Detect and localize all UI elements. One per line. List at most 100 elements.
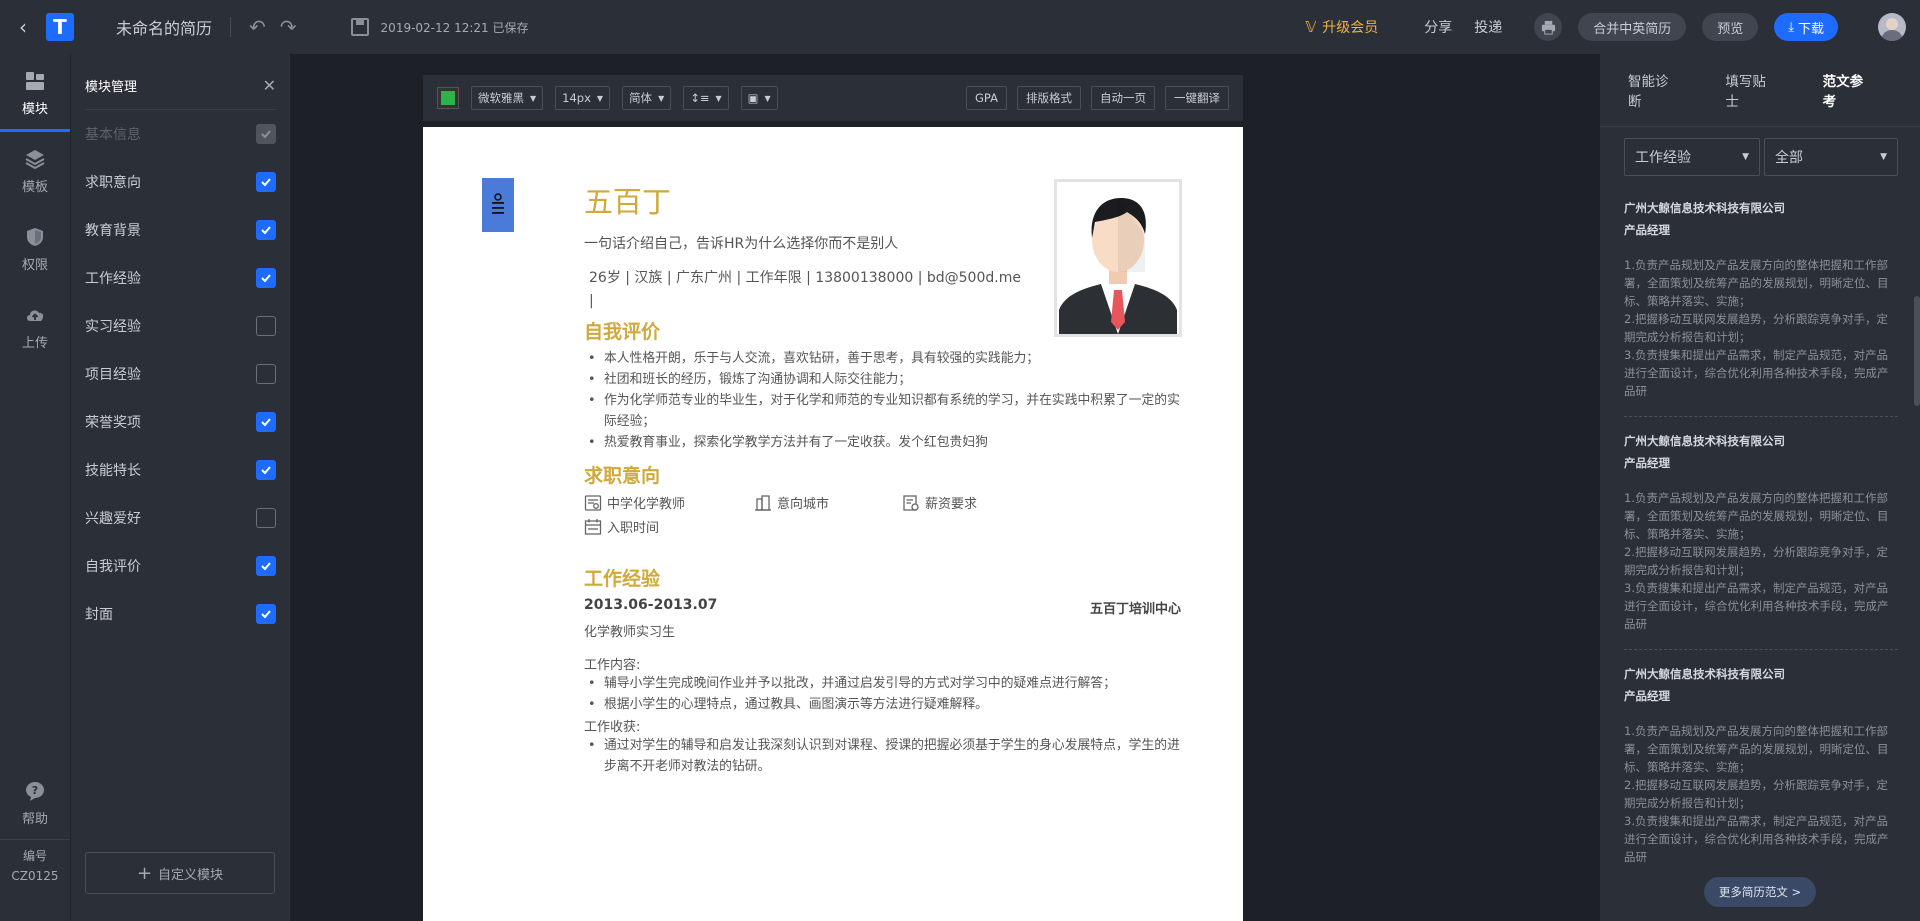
module-row[interactable]: 工作经验 xyxy=(85,254,276,302)
margin-icon: ▣ xyxy=(747,91,759,105)
auto-one-page-button[interactable]: 自动一页 xyxy=(1091,86,1155,110)
module-panel: 模块管理 ✕ 基本信息 求职意向 教育背景 工作经验 实习经验 项目经验 荣誉奖项 技能特长兴… xyxy=(70,54,290,921)
scrollbar[interactable] xyxy=(1914,296,1920,406)
resume-tagline[interactable]: 一句话介绍自己，告诉HR为什么选择你而不是别人 xyxy=(584,233,898,253)
module-checkbox[interactable] xyxy=(256,556,276,576)
rail-item-modules[interactable]: 模块 xyxy=(0,54,70,132)
module-panel-header: 模块管理 ✕ xyxy=(85,54,276,110)
list-item: 本人性格开朗，乐于与人交流，喜欢钻研，善于思考，具有较强的实践能力； xyxy=(584,348,1184,369)
sample-card[interactable]: 广州大鲸信息技术科技有限公司 产品经理 1.负责产品规划及产品发展方向的整体把握和工… xyxy=(1624,433,1898,650)
rail-item-templates[interactable]: 模板 xyxy=(0,132,70,210)
work-date[interactable]: 2013.06-2013.07 xyxy=(584,597,717,613)
sample-company: 广州大鲸信息技术科技有限公司 xyxy=(1624,434,1785,448)
line-spacing-select[interactable]: ↕≡ ▼ xyxy=(683,86,729,110)
preview-button[interactable]: 预览 xyxy=(1702,13,1759,41)
print-button[interactable] xyxy=(1534,13,1563,41)
module-checkbox[interactable] xyxy=(256,364,276,384)
work-company[interactable]: 五百丁培训中心 xyxy=(1090,598,1181,617)
check-icon xyxy=(261,610,271,619)
close-icon[interactable]: ✕ xyxy=(263,76,276,95)
module-checkbox[interactable] xyxy=(256,460,276,480)
upgrade-vip-label: 升级会员 xyxy=(1322,20,1379,36)
back-icon[interactable]: ‹ xyxy=(0,0,46,54)
deliver-button[interactable]: 投递 xyxy=(1474,17,1502,37)
module-row[interactable]: 荣誉奖项 xyxy=(85,398,276,446)
work-content-label: 工作内容: xyxy=(584,658,641,673)
check-icon xyxy=(261,418,271,427)
profile-photo[interactable] xyxy=(1054,179,1182,337)
work-exp-title[interactable]: 工作经验 xyxy=(584,564,660,591)
self-eval-title[interactable]: 自我评价 xyxy=(584,317,660,344)
script-select[interactable]: 简体 ▼ xyxy=(622,86,672,110)
module-row[interactable]: 教育背景 xyxy=(85,206,276,254)
font-size-value: 14px xyxy=(562,91,591,105)
check-icon xyxy=(261,130,271,139)
layout-format-button[interactable]: 排版格式 xyxy=(1017,86,1081,110)
work-content-list[interactable]: 辅导小学生完成晚间作业并予以批改，并通过启发引导的方式对学习中的疑难点进行解答；… xyxy=(584,673,1184,715)
font-family-select[interactable]: 微软雅黑 ▼ xyxy=(471,86,544,110)
rail-item-help[interactable]: ? 帮助 xyxy=(0,764,70,842)
save-icon[interactable] xyxy=(350,18,369,36)
work-role[interactable]: 化学教师实习生 xyxy=(584,621,675,640)
category-select[interactable]: 工作经验 ▼ xyxy=(1624,138,1760,176)
scope-select[interactable]: 全部 ▼ xyxy=(1764,138,1898,176)
module-row[interactable]: 自我评价 xyxy=(85,542,276,590)
module-panel-title: 模块管理 xyxy=(85,80,138,95)
intent-city: 意向城市 xyxy=(754,493,829,512)
module-checkbox[interactable] xyxy=(256,268,276,288)
module-row[interactable]: 兴趣爱好 xyxy=(85,494,276,542)
module-checkbox[interactable] xyxy=(256,508,276,528)
rail-label: 上传 xyxy=(21,335,48,351)
theme-color-picker[interactable] xyxy=(437,87,459,109)
module-row[interactable]: 封面 xyxy=(85,590,276,638)
margin-select[interactable]: ▣ ▼ xyxy=(740,86,778,110)
gpa-button[interactable]: GPA xyxy=(966,86,1007,110)
right-panel: 智能诊断 填写贴士 范文参考 工作经验 ▼ 全部 ▼ 广州大鲸信息技术科技有限公… xyxy=(1600,54,1920,921)
module-checkbox[interactable] xyxy=(256,412,276,432)
module-label: 自我评价 xyxy=(85,559,141,575)
module-checkbox[interactable] xyxy=(256,604,276,624)
format-actions: GPA 排版格式 自动一页 一键翻译 xyxy=(956,86,1229,110)
caret-down-icon: ▼ xyxy=(1742,152,1749,162)
sample-card[interactable]: 广州大鲸信息技术科技有限公司 产品经理 1.负责产品规划及产品发展方向的整体把握和工… xyxy=(1624,200,1898,417)
resume-tag xyxy=(482,178,514,232)
download-icon: ⤓ xyxy=(1788,19,1794,35)
download-button[interactable]: ⤓ 下载 xyxy=(1774,13,1838,41)
sample-position: 产品经理 xyxy=(1624,689,1670,703)
module-row[interactable]: 技能特长 xyxy=(85,446,276,494)
person-avatar-icon xyxy=(1057,182,1179,334)
check-icon xyxy=(261,466,271,475)
tab-sample-reference[interactable]: 范文参考 xyxy=(1823,70,1870,110)
module-checkbox[interactable] xyxy=(256,316,276,336)
module-checkbox[interactable] xyxy=(256,220,276,240)
document-title[interactable]: 未命名的简历 xyxy=(116,15,212,39)
custom-module-label: 自定义模块 xyxy=(158,867,224,883)
sample-card[interactable]: 广州大鲸信息技术科技有限公司 产品经理 1.负责产品规划及产品发展方向的整体把握和工… xyxy=(1624,666,1898,866)
font-size-select[interactable]: 14px ▼ xyxy=(555,86,611,110)
more-samples-button[interactable]: 更多简历范文 > xyxy=(1704,877,1816,907)
module-checkbox[interactable] xyxy=(256,172,276,192)
user-avatar[interactable] xyxy=(1878,13,1906,41)
resume-basic-info[interactable]: 26岁 | 汉族 | 广东广州 | 工作年限 | 13800138000 | b… xyxy=(589,267,1029,313)
tab-smart-diagnosis[interactable]: 智能诊断 xyxy=(1628,70,1675,110)
module-row[interactable]: 实习经验 xyxy=(85,302,276,350)
tab-writing-tips[interactable]: 填写贴士 xyxy=(1725,70,1772,110)
module-row[interactable]: 项目经验 xyxy=(85,350,276,398)
rail-item-permissions[interactable]: 权限 xyxy=(0,210,70,288)
vip-icon: 𝕍 xyxy=(1305,18,1317,36)
undo-icon[interactable]: ↶ xyxy=(249,15,266,39)
module-label: 荣誉奖项 xyxy=(85,415,141,431)
merge-cn-en-button[interactable]: 合并中英简历 xyxy=(1578,13,1687,41)
self-eval-list[interactable]: 本人性格开朗，乐于与人交流，喜欢钻研，善于思考，具有较强的实践能力； 社团和班长… xyxy=(584,348,1184,453)
rail-item-upload[interactable]: 上传 xyxy=(0,288,70,366)
share-button[interactable]: 分享 xyxy=(1424,17,1452,37)
resume-name[interactable]: 五百丁 xyxy=(584,179,671,221)
sample-position: 产品经理 xyxy=(1624,456,1670,470)
work-gain-list[interactable]: 通过对学生的辅导和启发让我深刻认识到对课程、授课的把握必须基于学生的身心发展特点… xyxy=(584,735,1184,777)
translate-button[interactable]: 一键翻译 xyxy=(1165,86,1229,110)
redo-icon[interactable]: ↷ xyxy=(280,15,297,39)
upgrade-vip-button[interactable]: 𝕍 升级会员 xyxy=(1305,17,1378,37)
job-intent-title[interactable]: 求职意向 xyxy=(584,461,660,488)
module-row[interactable]: 求职意向 xyxy=(85,158,276,206)
add-custom-module-button[interactable]: + 自定义模块 xyxy=(85,852,275,894)
